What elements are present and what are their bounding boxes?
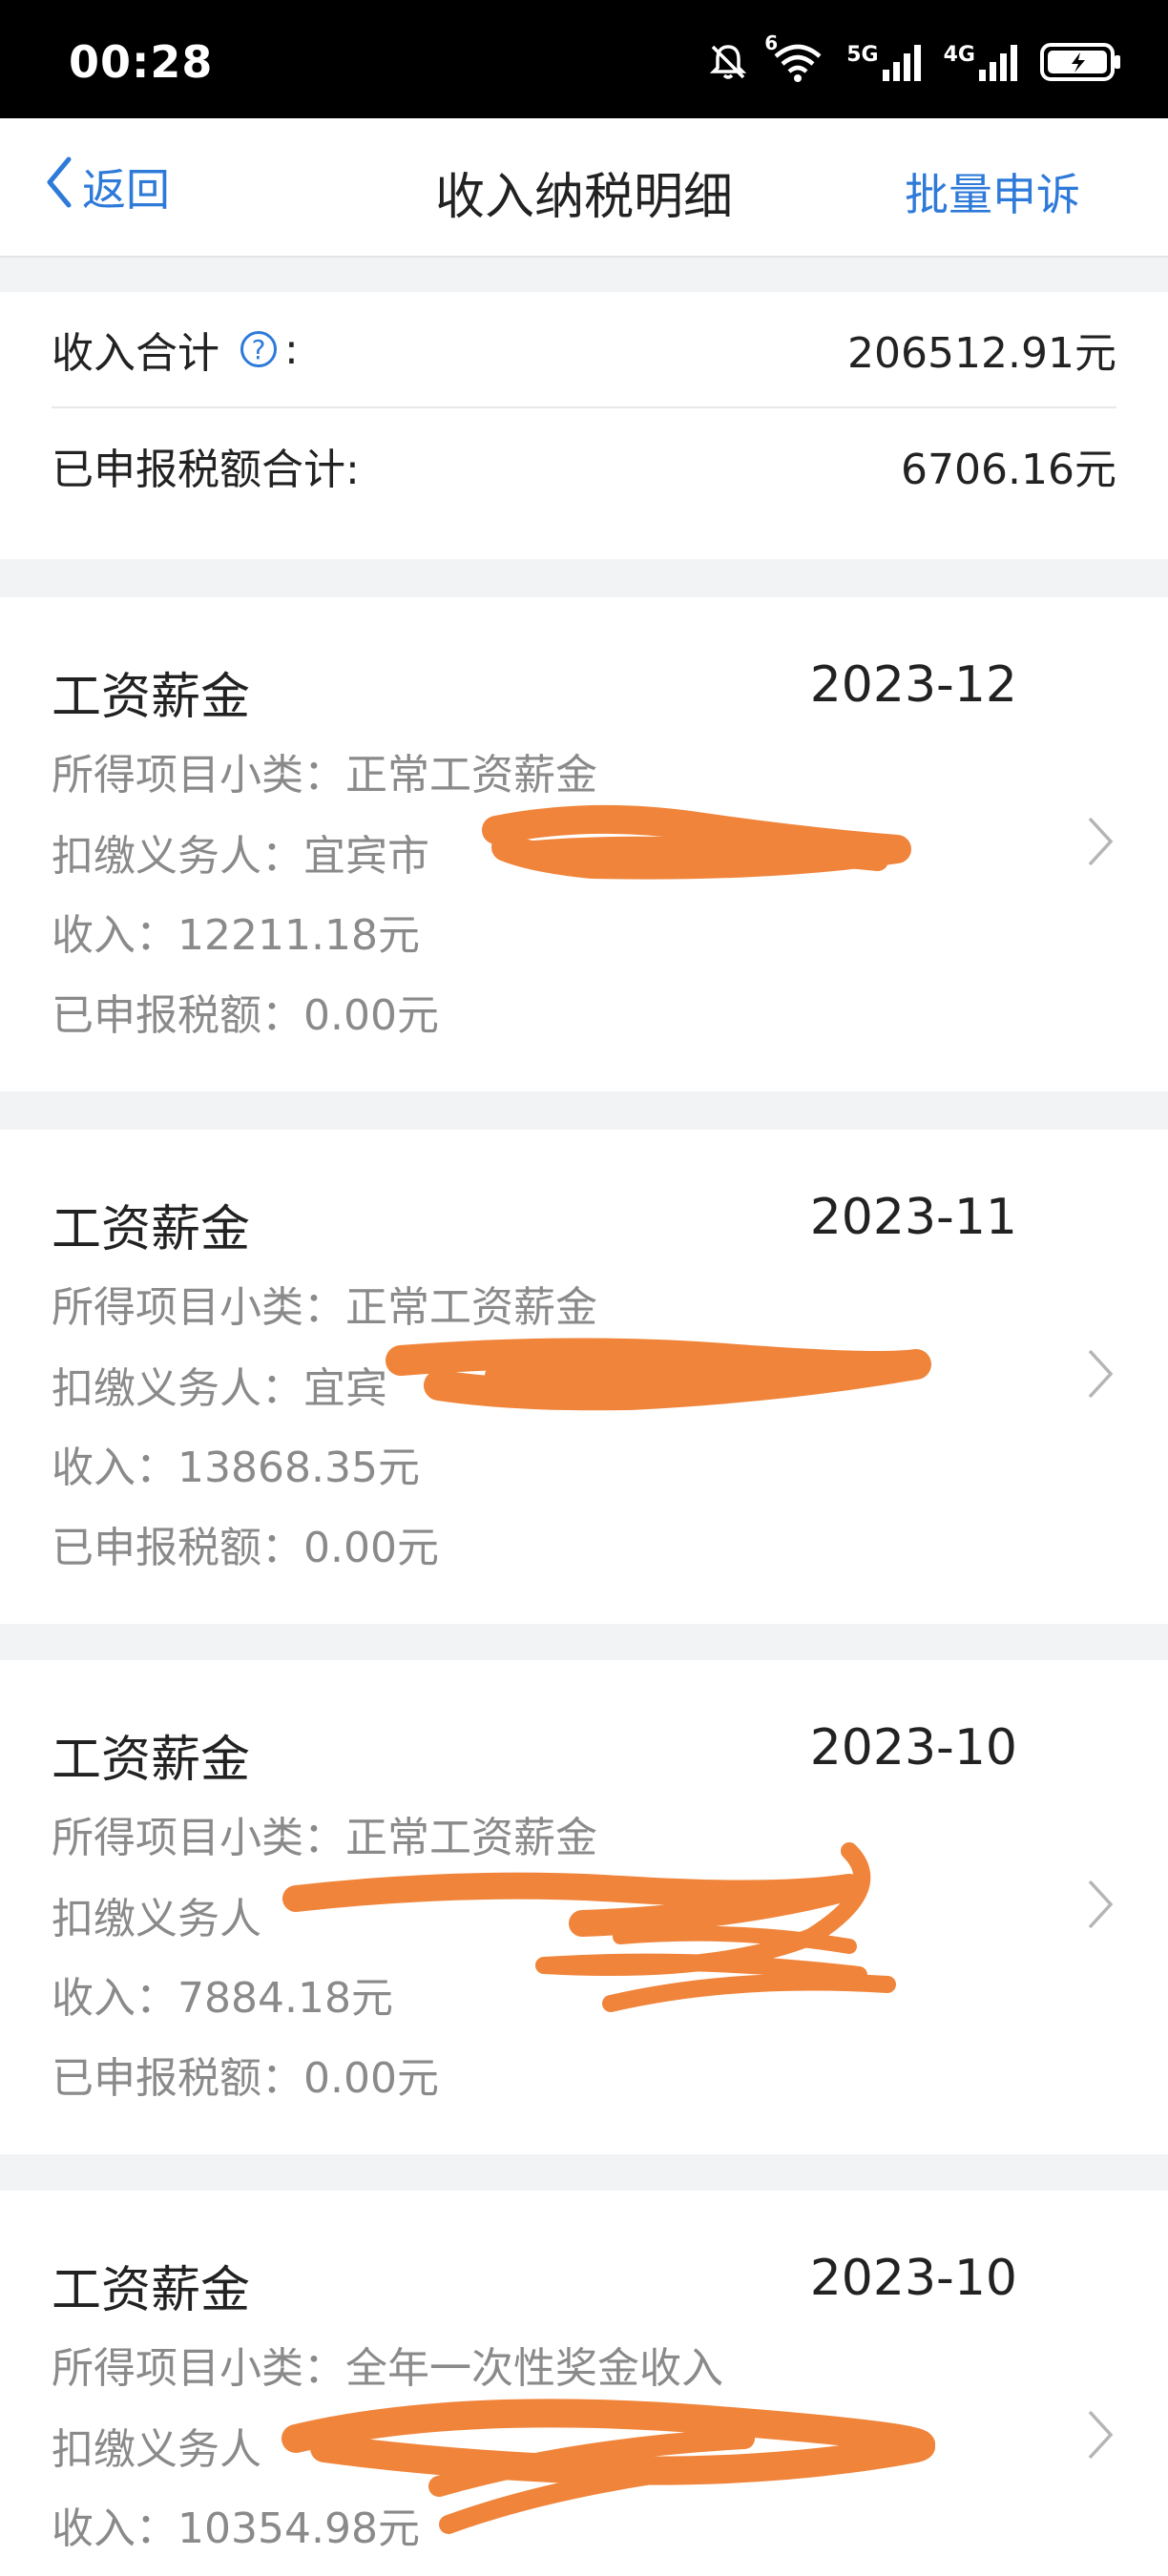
chevron-right-icon [1086, 1347, 1115, 1404]
income-total-value: 206512.91元 [847, 329, 1116, 378]
mute-bell-icon [707, 41, 749, 83]
batch-appeal-button[interactable]: 批量申诉 [905, 160, 1080, 223]
record-subcategory: 所得项目小类：正常工资薪金 [52, 1283, 597, 1332]
tax-total-value: 6706.16元 [901, 446, 1116, 494]
chevron-right-icon [1086, 1878, 1115, 1935]
battery-charging-icon [1040, 42, 1122, 82]
back-button[interactable]: 返回 [42, 156, 170, 218]
record-card[interactable]: 工资薪金 2023-11 所得项目小类：正常工资薪金 扣缴义务人：宜宾 收入：1… [0, 1130, 1168, 1624]
record-title: 工资薪金 [52, 1201, 251, 1258]
record-period: 2023-10 [809, 1719, 1017, 1776]
status-time: 00:28 [69, 36, 214, 88]
chevron-right-icon [1086, 815, 1115, 872]
help-icon[interactable]: ? [240, 331, 277, 367]
redaction-scribble [482, 804, 911, 880]
nav-bar: 返回 收入纳税明细 批量申诉 [0, 118, 1168, 258]
income-total-suffix: : [284, 324, 299, 374]
back-label: 返回 [82, 164, 170, 216]
status-bar: 00:28 6 5G 4G [0, 0, 1168, 118]
record-withholder: 扣缴义务人 [52, 1895, 261, 1943]
record-tax: 已申报税额：0.00元 [52, 1524, 439, 1572]
screen: 00:28 6 5G 4G 返回 收入纳税明细 批量申诉 收入合计 ?: 20… [0, 0, 1168, 2576]
record-income: 收入：13868.35元 [52, 1444, 420, 1492]
wifi-badge: 6 [764, 31, 779, 54]
record-card[interactable]: 工资薪金 2023-10 所得项目小类：全年一次性奖金收入 扣缴义务人 收入：1… [0, 2191, 1168, 2576]
record-title: 工资薪金 [52, 669, 251, 726]
wifi-icon: 6 [764, 31, 825, 83]
record-card[interactable]: 工资薪金 2023-12 所得项目小类：正常工资薪金 扣缴义务人：宜宾市 收入：… [0, 597, 1168, 1091]
net-label-4g: 4G [943, 43, 975, 67]
record-card[interactable]: 工资薪金 2023-10 所得项目小类：正常工资薪金 扣缴义务人 收入：7884… [0, 1660, 1168, 2154]
tax-total-label: 已申报税额合计: [52, 446, 360, 494]
net-label-5g: 5G [846, 43, 879, 67]
record-title: 工资薪金 [52, 2262, 251, 2319]
record-period: 2023-12 [809, 656, 1017, 714]
record-title: 工资薪金 [52, 1732, 251, 1789]
record-income: 收入：12211.18元 [52, 911, 420, 960]
redaction-scribble [386, 1338, 931, 1411]
chevron-right-icon [1086, 2408, 1115, 2465]
record-tax: 已申报税额：0.00元 [52, 2054, 439, 2103]
record-income: 收入：10354.98元 [52, 2504, 420, 2553]
record-period: 2023-10 [809, 2250, 1017, 2307]
income-total-label-group: 收入合计 ? : [52, 319, 299, 380]
record-period: 2023-11 [809, 1189, 1017, 1246]
record-withholder: 扣缴义务人：宜宾市 [52, 832, 429, 881]
income-total-label: 收入合计 [52, 329, 219, 378]
status-icons: 6 5G 4G [707, 31, 1122, 86]
income-total-row: 收入合计 ? : 206512.91元 [52, 292, 1116, 408]
signal-5g-icon: 5G [846, 43, 922, 81]
tax-total-row: 已申报税额合计: 6706.16元 [52, 408, 1116, 523]
record-tax: 已申报税额：0.00元 [52, 991, 439, 1040]
record-withholder: 扣缴义务人：宜宾 [52, 1364, 387, 1413]
chevron-left-icon [42, 154, 82, 221]
summary-card: 收入合计 ? : 206512.91元 已申报税额合计: 6706.16元 [0, 292, 1168, 559]
record-subcategory: 所得项目小类：正常工资薪金 [52, 751, 597, 800]
record-income: 收入：7884.18元 [52, 1974, 393, 2023]
record-subcategory: 所得项目小类：全年一次性奖金收入 [52, 2344, 723, 2393]
record-subcategory: 所得项目小类：正常工资薪金 [52, 1814, 597, 1862]
record-withholder: 扣缴义务人 [52, 2425, 261, 2474]
signal-4g-icon: 4G [944, 43, 1019, 81]
